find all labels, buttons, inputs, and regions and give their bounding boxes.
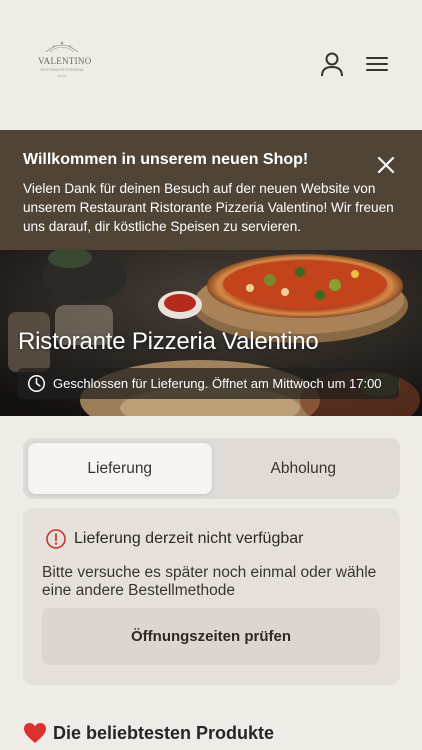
- popular-products-title: Die beliebtesten Produkte: [53, 722, 275, 743]
- logo-subtitle: RISTORANTE PIZZERIA: [40, 68, 84, 72]
- heart-icon: [24, 723, 46, 743]
- close-icon[interactable]: [375, 154, 397, 176]
- logo-subtitle-2: SINCE: [57, 74, 67, 78]
- tab-pickup[interactable]: Abholung: [212, 443, 396, 494]
- delivery-status-text: Geschlossen für Lieferung. Öffnet am Mit…: [53, 376, 382, 391]
- logo-crown-icon: [45, 41, 79, 53]
- check-opening-hours-button[interactable]: Öffnungszeiten prüfen: [42, 608, 380, 665]
- info-icon: [46, 529, 66, 549]
- welcome-title: Willkommen in unserem neuen Shop!: [23, 151, 309, 168]
- delivery-status-badge: Geschlossen für Lieferung. Öffnet am Mit…: [17, 368, 399, 399]
- notice-header: Lieferung derzeit nicht verfügbar: [45, 528, 303, 550]
- notice-text: Bitte versuche es später noch einmal ode…: [42, 564, 377, 599]
- restaurant-name: Ristorante Pizzeria Valentino: [18, 328, 319, 355]
- menu-icon[interactable]: [363, 50, 391, 78]
- clock-icon: [27, 374, 46, 393]
- user-icon[interactable]: [318, 50, 346, 78]
- delivery-unavailable-card: Lieferung derzeit nicht verfügbar Bitte …: [23, 508, 400, 685]
- welcome-banner: Willkommen in unserem neuen Shop! Vielen…: [0, 130, 422, 250]
- hero-banner: Ristorante Pizzeria Valentino Geschlosse…: [0, 250, 422, 416]
- tab-delivery[interactable]: Lieferung: [28, 443, 212, 494]
- order-method-tabs: Lieferung Abholung: [23, 438, 400, 499]
- popular-products-heading: Die beliebtesten Produkte: [23, 722, 274, 744]
- notice-title: Lieferung derzeit nicht verfügbar: [74, 530, 304, 547]
- restaurant-logo[interactable]: VALENTINO RISTORANTE PIZZERIA SINCE: [38, 40, 92, 90]
- welcome-text: Vielen Dank für deinen Besuch auf der ne…: [23, 181, 394, 234]
- logo-name: VALENTINO: [38, 56, 92, 66]
- site-header: VALENTINO RISTORANTE PIZZERIA SINCE: [0, 0, 422, 130]
